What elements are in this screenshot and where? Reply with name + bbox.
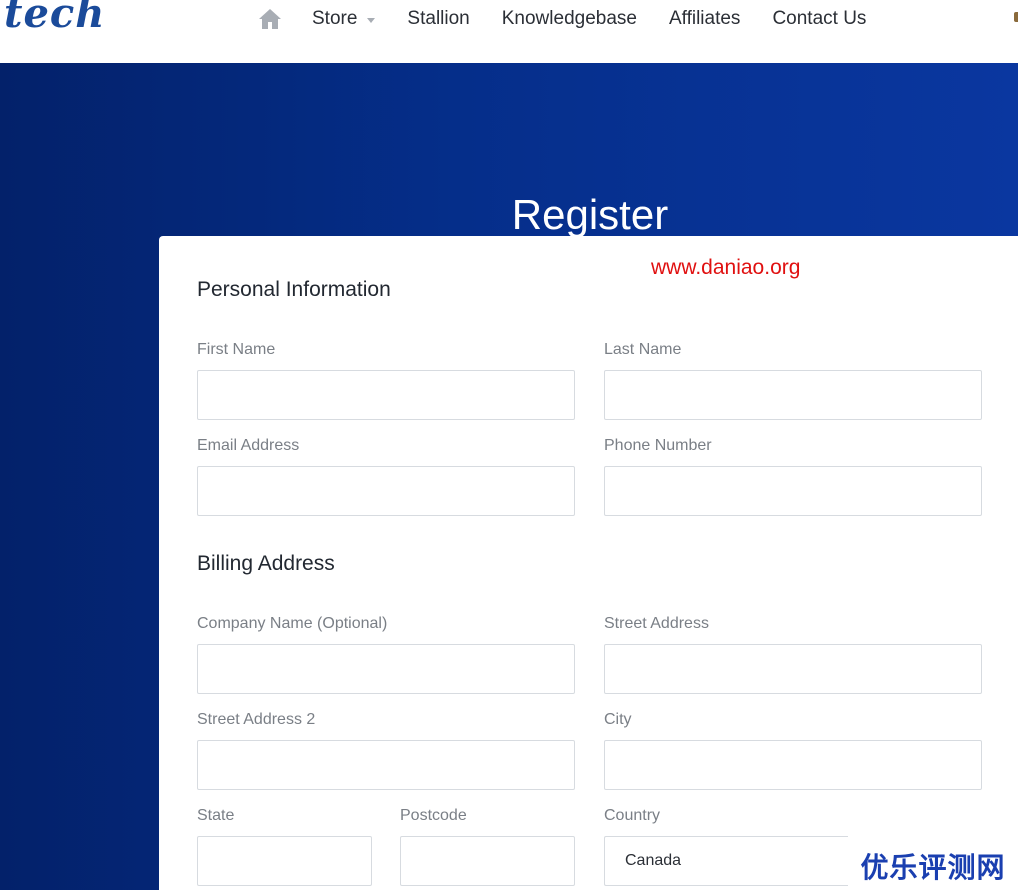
postcode-label: Postcode	[400, 807, 467, 824]
chevron-down-icon	[367, 17, 376, 23]
corner-watermark-badge: 优乐评测网	[848, 842, 1018, 890]
site-logo[interactable]: tech	[4, 0, 105, 37]
home-icon[interactable]	[258, 8, 282, 30]
state-field[interactable]	[197, 836, 372, 886]
country-label: Country	[604, 807, 661, 824]
street-address-label: Street Address	[604, 615, 709, 632]
email-field[interactable]	[197, 466, 575, 516]
personal-info-heading: Personal Information	[197, 278, 391, 301]
nav-item-store-label: Store	[312, 8, 358, 29]
street-address-2-label: Street Address 2	[197, 711, 316, 728]
company-field[interactable]	[197, 644, 575, 694]
phone-label: Phone Number	[604, 437, 712, 454]
phone-field[interactable]	[604, 466, 982, 516]
last-name-label: Last Name	[604, 341, 682, 358]
street-address-field[interactable]	[604, 644, 982, 694]
top-navbar: tech Store Stallion Knowledgebase Affili…	[0, 0, 1018, 63]
billing-address-heading: Billing Address	[197, 552, 335, 575]
watermark-text: www.daniao.org	[651, 256, 801, 279]
page-title: Register	[511, 191, 669, 238]
country-selected-value: Canada	[625, 852, 682, 869]
city-field[interactable]	[604, 740, 982, 790]
register-form-card: www.daniao.org Personal Information Firs…	[159, 236, 1018, 890]
street-address-2-field[interactable]	[197, 740, 575, 790]
nav-item-knowledgebase[interactable]: Knowledgebase	[502, 8, 637, 30]
main-nav: Store Stallion Knowledgebase Affiliates …	[258, 0, 898, 38]
country-select[interactable]: Canada	[604, 836, 848, 886]
first-name-label: First Name	[197, 341, 276, 358]
email-label: Email Address	[197, 437, 300, 454]
nav-item-contact-us[interactable]: Contact Us	[772, 8, 866, 30]
cropped-nav-element	[1014, 12, 1018, 22]
city-label: City	[604, 711, 632, 728]
state-label: State	[197, 807, 235, 824]
nav-item-store[interactable]: Store	[312, 8, 376, 30]
first-name-field[interactable]	[197, 370, 575, 420]
company-label: Company Name (Optional)	[197, 615, 388, 632]
nav-item-affiliates[interactable]: Affiliates	[669, 8, 740, 30]
postcode-field[interactable]	[400, 836, 575, 886]
nav-item-stallion[interactable]: Stallion	[407, 8, 469, 30]
last-name-field[interactable]	[604, 370, 982, 420]
corner-watermark-text: 优乐评测网	[860, 851, 1006, 884]
